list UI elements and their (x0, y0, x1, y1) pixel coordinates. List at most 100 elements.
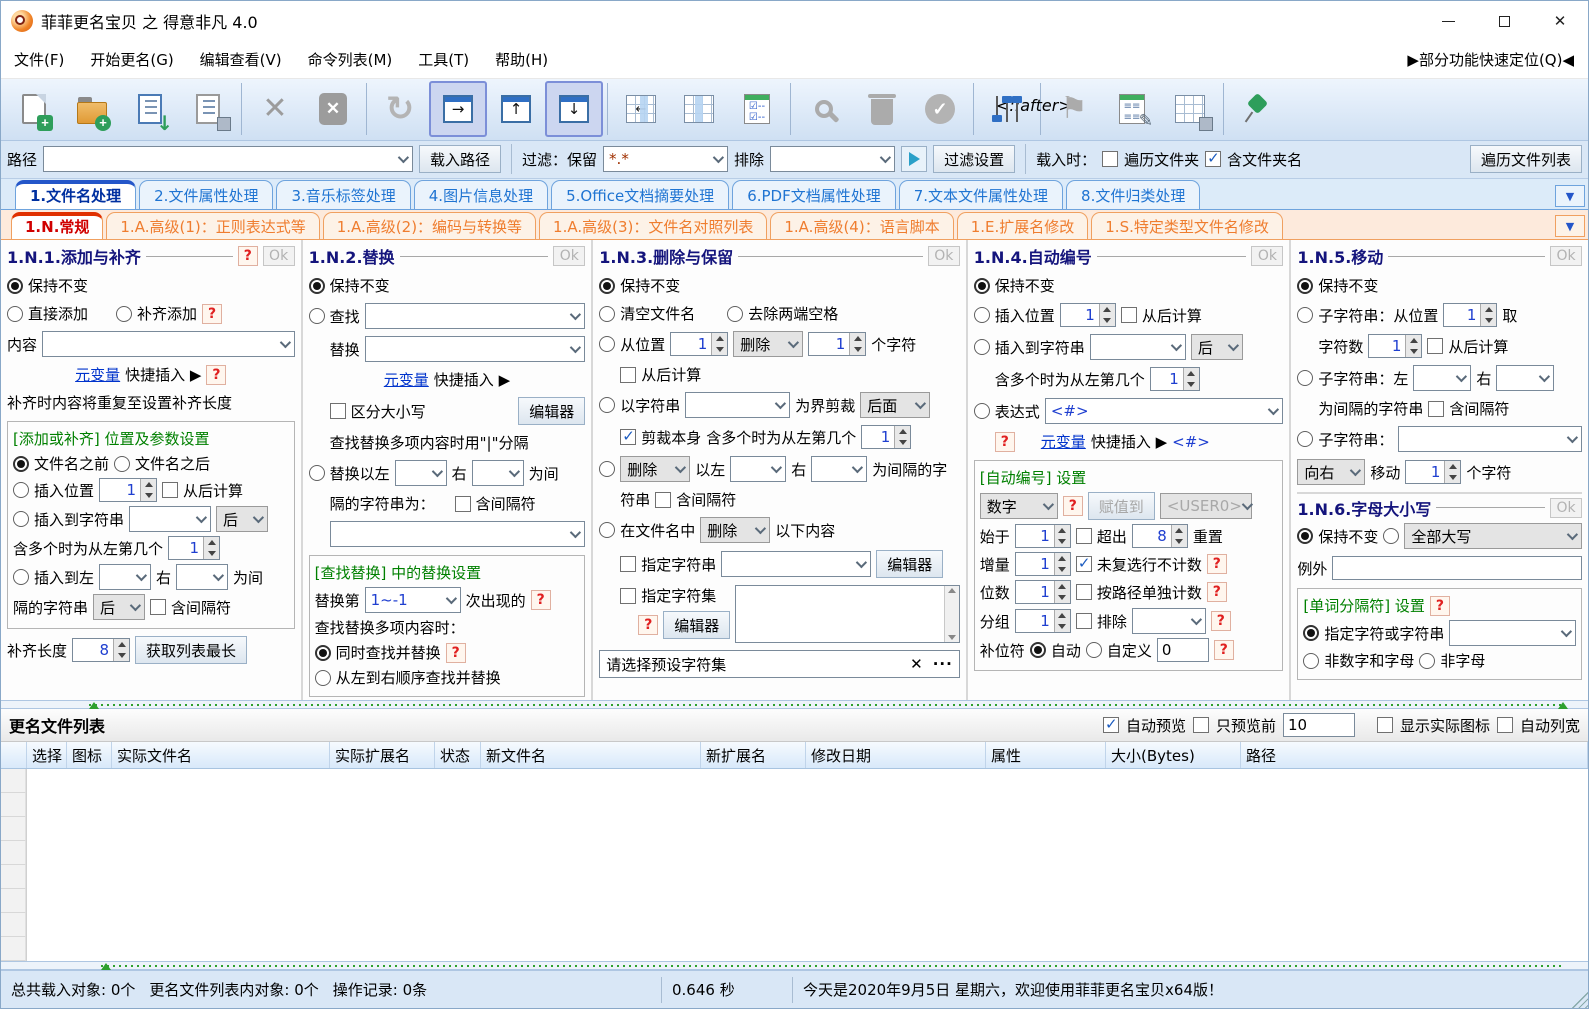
p1-insert-between-radio[interactable] (13, 569, 29, 586)
p1-metavar-help-button[interactable]: ? (206, 364, 227, 385)
load-list-button[interactable]: ↓ (121, 81, 179, 137)
p5-incl-sep-checkbox[interactable] (1428, 400, 1445, 417)
show-icons-checkbox[interactable] (1376, 717, 1393, 734)
p2-simul-help-button[interactable]: ? (445, 642, 466, 663)
p6-non-alnum-radio[interactable] (1303, 652, 1320, 669)
export-table-button[interactable] (1161, 81, 1219, 137)
p4-before-after-dropdown[interactable]: 后 (1190, 334, 1243, 361)
p4-keep-radio[interactable] (973, 277, 990, 294)
auto-preview-checkbox[interactable] (1102, 715, 1119, 734)
menu-command-list[interactable]: 命令列表(M) (295, 41, 406, 78)
p3-by-string-radio[interactable] (599, 397, 616, 414)
tab-specific-type[interactable]: 1.S.特定类型文件名修改 (1091, 212, 1283, 240)
filter-settings-button[interactable]: 过滤设置 (933, 145, 1016, 174)
p3-keep-radio[interactable] (599, 277, 616, 294)
p4-expression-radio[interactable] (973, 403, 990, 420)
p4-metavar-link[interactable]: 元变量 (1041, 431, 1086, 452)
filter-delete-button[interactable] (853, 81, 911, 137)
tab-adv-encoding[interactable]: 1.A.高级(2)：编码与转换等 (322, 212, 537, 240)
p5-move-spinner[interactable]: 1 (1405, 460, 1462, 485)
p2-nth-combobox[interactable]: 1~-1 (364, 587, 461, 614)
panel2-ok-button[interactable]: Ok (553, 246, 586, 267)
p2-find-radio[interactable] (308, 308, 325, 325)
p2-find-combobox[interactable] (364, 303, 586, 330)
p4-from-end-checkbox[interactable] (1120, 307, 1137, 324)
p1-incl-sep-checkbox[interactable] (150, 599, 167, 616)
p4-digits-spinner[interactable]: 1 (1014, 580, 1071, 605)
p4-group-spinner[interactable]: 1 (1014, 609, 1071, 634)
p4-pad-help-button[interactable]: ? (1213, 640, 1234, 661)
tab-adv-regex[interactable]: 1.A.高级(1)：正则表达式等 (106, 212, 320, 240)
p1-insert-str-radio[interactable] (13, 511, 29, 528)
column-select[interactable]: 选择 (27, 742, 67, 769)
p1-after-radio[interactable] (114, 455, 131, 472)
p4-pad-custom-input[interactable] (1156, 638, 1209, 663)
p4-insert-str-radio[interactable] (973, 339, 990, 356)
p1-direct-add-radio[interactable] (7, 305, 23, 322)
p1-left-sep-combobox[interactable] (99, 564, 152, 591)
tab-file-sorting[interactable]: 8.文件归类处理 (1066, 180, 1201, 210)
search-button[interactable] (795, 81, 853, 137)
p2-between-radio[interactable] (308, 465, 325, 482)
p1-before-radio[interactable] (13, 455, 29, 472)
p4-per-path-checkbox[interactable] (1075, 584, 1092, 601)
tab-file-attrs[interactable]: 2.文件属性处理 (139, 180, 274, 210)
maximize-button[interactable] (1476, 1, 1532, 41)
p4-skip-help-button[interactable]: ? (1206, 554, 1227, 575)
column-modified-date[interactable]: 修改日期 (806, 742, 986, 769)
p2-between-value-combobox[interactable] (329, 521, 586, 548)
remove-item-button[interactable]: ✕ (246, 81, 304, 137)
p3-from-end-checkbox[interactable] (620, 366, 637, 383)
p3-del3-dropdown[interactable]: 删除 (700, 517, 771, 544)
p1-content-combobox[interactable] (42, 331, 295, 358)
menu-edit-view[interactable]: 编辑查看(V) (187, 41, 295, 78)
columns-left-button[interactable]: ← (612, 81, 670, 137)
flag-button[interactable]: ⚑ (1045, 81, 1103, 137)
p1-from-end-checkbox[interactable] (162, 482, 179, 499)
p6-sep-help-button[interactable]: ? (1429, 595, 1450, 616)
p6-spec-chars-radio[interactable] (1303, 625, 1320, 642)
tab-pdf-attrs[interactable]: 6.PDF文档属性处理 (732, 180, 896, 210)
panel1-ok-button[interactable]: Ok (262, 246, 295, 267)
p1-pad-len-spinner[interactable]: 8 (72, 638, 131, 663)
horizontal-splitter-top[interactable] (1, 700, 1588, 710)
p4-type-dropdown[interactable]: 数字 (979, 493, 1058, 520)
p3-left-sep-combobox[interactable] (730, 456, 787, 483)
p2-keep-radio[interactable] (308, 277, 325, 294)
p3-spec-charset-checkbox[interactable] (620, 587, 637, 604)
p2-sequential-radio[interactable] (314, 669, 331, 686)
p3-charset-editor-button[interactable]: 编辑器 (663, 611, 731, 640)
p4-expression-combobox[interactable]: <#> (1044, 398, 1284, 425)
new-file-button[interactable]: + (5, 81, 63, 137)
p2-simultaneous-radio[interactable] (314, 644, 331, 661)
p1-right-sep-combobox[interactable] (176, 564, 229, 591)
p3-del-dropdown[interactable]: 删除 (733, 331, 804, 358)
resize-grip[interactable] (1572, 992, 1588, 1008)
p5-direction-dropdown[interactable]: 向右 (1297, 459, 1366, 486)
load-path-button[interactable]: 载入路径 (419, 145, 502, 174)
p3-between-radio[interactable] (599, 461, 616, 478)
p1-pad-help-button[interactable]: ? (202, 303, 223, 324)
tab-text-attrs[interactable]: 7.文本文件属性处理 (898, 180, 1064, 210)
p5-substr-pos-radio[interactable] (1297, 307, 1314, 324)
p5-substr-combobox[interactable] (1398, 426, 1583, 453)
p4-pos-spinner[interactable]: 1 (1059, 303, 1116, 328)
p1-insert-pos-spinner[interactable]: 1 (99, 478, 158, 503)
menu-tools[interactable]: 工具(T) (405, 41, 482, 78)
p4-exclude-checkbox[interactable] (1075, 613, 1092, 630)
tab-ext-modify[interactable]: 1.E.扩展名修改 (956, 212, 1089, 240)
column-status[interactable]: 状态 (435, 742, 481, 769)
preview-first-checkbox[interactable] (1192, 717, 1209, 734)
p3-spec-string-checkbox[interactable] (620, 556, 637, 573)
clear-list-button[interactable]: ✕ (304, 81, 362, 137)
column-new-filename[interactable]: 新文件名 (481, 742, 701, 769)
p4-pad-auto-radio[interactable] (1029, 642, 1046, 659)
horizontal-splitter-bottom[interactable] (1, 961, 1588, 971)
auto-width-checkbox[interactable] (1496, 717, 1513, 734)
column-real-filename[interactable]: 实际文件名 (112, 742, 330, 769)
apply-filter-button[interactable] (901, 146, 928, 173)
p5-right-sep-combobox[interactable] (1496, 365, 1555, 392)
p3-preset-clear-icon[interactable]: ✕ (910, 655, 923, 673)
p5-substr-radio[interactable] (1297, 431, 1314, 448)
p4-multi-spinner[interactable]: 1 (1149, 367, 1200, 392)
